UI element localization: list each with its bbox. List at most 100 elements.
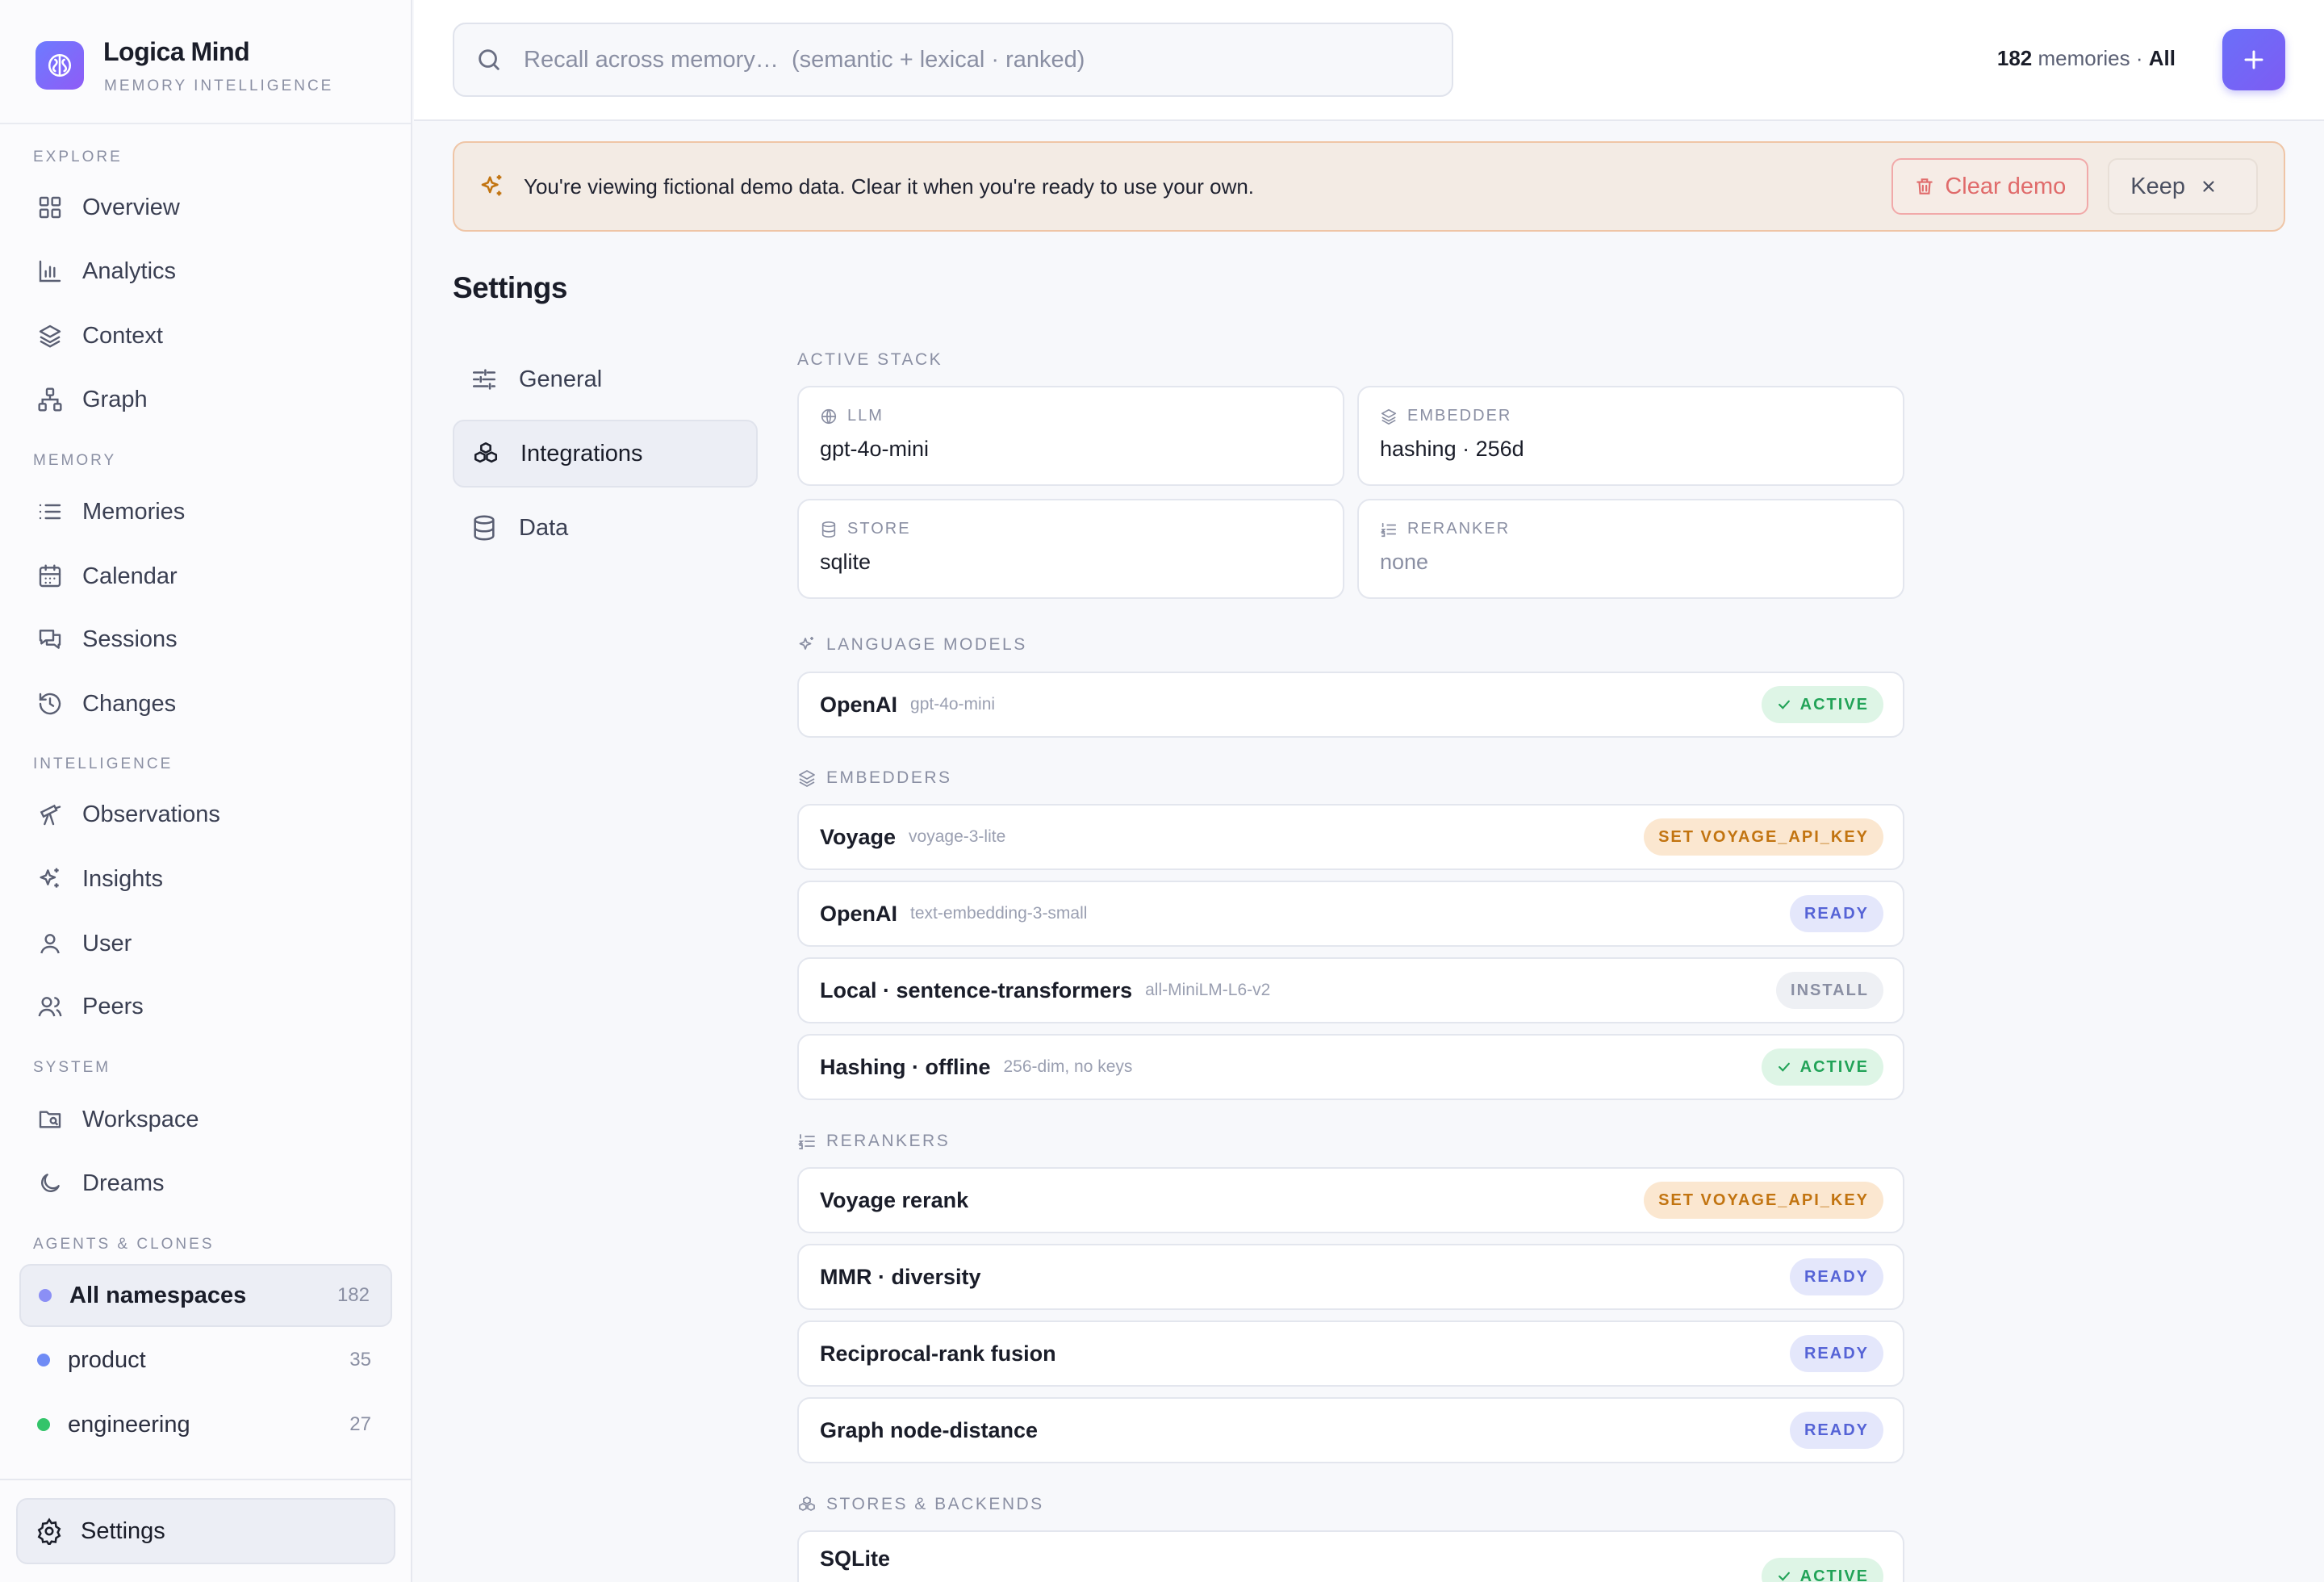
provider-name: Local · sentence-transformers <box>820 977 1133 1002</box>
database-icon <box>474 515 495 541</box>
provider-model: gpt-4o-mini <box>910 695 996 714</box>
clear-demo-label: Clear demo <box>1945 173 2067 199</box>
list-item[interactable]: Voyage rerank SET VOYAGE_API_KEY <box>797 1167 1904 1233</box>
stack-key-label: STORE <box>847 520 911 538</box>
stack-key: LLM <box>820 407 1322 425</box>
settings-button[interactable]: Settings <box>16 1498 395 1564</box>
stack-card-store: STORE sqlite <box>797 499 1344 599</box>
section-label-agents: AGENTS & CLONES <box>33 1236 215 1253</box>
stack-key: STORE <box>820 520 1322 538</box>
sparkles-icon <box>481 174 502 196</box>
sidebar-item-observations[interactable]: Observations <box>19 789 392 840</box>
provider-name: OpenAI <box>820 901 898 926</box>
status-badge[interactable]: SET VOYAGE_API_KEY <box>1644 818 1883 856</box>
status-badge: ACTIVE <box>1761 686 1883 723</box>
sidebar-item-user[interactable]: User <box>19 918 392 969</box>
status-badge: ACTIVE <box>1761 1558 1883 1582</box>
provider-name: SQLite <box>820 1546 891 1571</box>
memory-scope[interactable]: All <box>2149 46 2176 70</box>
boxes-icon <box>474 442 498 463</box>
sidebar-item-graph[interactable]: Graph <box>19 374 392 425</box>
section-label-stores: STORES & BACKENDS <box>797 1495 1044 1514</box>
sidebar-item-calendar[interactable]: Calendar <box>19 550 392 602</box>
list-item[interactable]: OpenAI text-embedding-3-small READY <box>797 881 1904 947</box>
namespace-count: 182 <box>336 1284 370 1306</box>
list-item[interactable]: Reciprocal-rank fusion READY <box>797 1320 1904 1387</box>
tab-general[interactable]: General <box>453 345 758 413</box>
sidebar-item-memories[interactable]: Memories <box>19 486 392 538</box>
clear-demo-button[interactable]: Clear demo <box>1891 158 2089 215</box>
provider-name: OpenAI <box>820 692 898 717</box>
list-item[interactable]: Hashing · offline 256-dim, no keys ACTIV… <box>797 1034 1904 1100</box>
sidebar-item-workspace[interactable]: Workspace <box>19 1094 392 1145</box>
list-item[interactable]: Graph node-distance READY <box>797 1397 1904 1463</box>
sidebar-item-label: User <box>82 930 132 956</box>
memory-count: 182 memories · All <box>1997 46 2176 71</box>
stack-value: hashing · 256d <box>1380 437 1524 461</box>
provider-name: Reciprocal-rank fusion <box>820 1341 1056 1366</box>
page-title: Settings <box>453 271 567 304</box>
trash-icon <box>1916 178 1933 195</box>
ordered-list-icon <box>1380 522 1397 537</box>
section-label-language-models: LANGUAGE MODELS <box>797 635 1027 655</box>
sidebar-item-label: Workspace <box>82 1106 199 1132</box>
tab-label: Data <box>519 514 569 541</box>
sidebar-item-analytics[interactable]: Analytics <box>19 245 392 297</box>
namespace-item-all[interactable]: All namespaces 182 <box>19 1264 392 1327</box>
sidebar-item-insights[interactable]: Insights <box>19 853 392 905</box>
brand-name: Logica Mind <box>103 37 250 66</box>
stack-key: EMBEDDER <box>1380 407 1882 425</box>
sidebar-item-label: Peers <box>82 993 144 1019</box>
list-item[interactable]: MMR · diversity READY <box>797 1244 1904 1310</box>
list-item[interactable]: Local · sentence-transformers all-MiniLM… <box>797 957 1904 1023</box>
sidebar-item-dreams[interactable]: Dreams <box>19 1157 392 1209</box>
memory-count-value: 182 <box>1996 46 2033 70</box>
tab-data[interactable]: Data <box>453 494 758 562</box>
provider-name: Graph node-distance <box>820 1417 1039 1442</box>
namespace-item-engineering[interactable]: engineering 27 <box>19 1393 392 1456</box>
keep-button[interactable]: Keep <box>2108 158 2258 215</box>
stack-key: RERANKER <box>1380 520 1882 538</box>
sidebar-item-overview[interactable]: Overview <box>19 182 392 233</box>
gear-icon <box>37 1517 61 1545</box>
search-input[interactable] <box>524 46 1411 73</box>
status-badge-label: ACTIVE <box>1799 1567 1869 1582</box>
globe-icon <box>821 408 837 424</box>
brain-logo-icon <box>36 41 84 90</box>
provider-name: Voyage <box>820 824 897 849</box>
list-item[interactable]: OpenAI gpt-4o-mini ACTIVE <box>797 672 1904 738</box>
stack-card-reranker: RERANKER none <box>1357 499 1904 599</box>
sidebar-item-sessions[interactable]: Sessions <box>19 613 392 665</box>
namespace-label: product <box>68 1346 146 1373</box>
namespace-count: 27 <box>349 1413 371 1435</box>
sidebar-item-peers[interactable]: Peers <box>19 981 392 1032</box>
demo-banner: You're viewing fictional demo data. Clea… <box>453 141 2285 232</box>
sidebar-item-changes[interactable]: Changes <box>19 678 392 730</box>
tab-integrations[interactable]: Integrations <box>453 420 758 488</box>
namespace-item-product[interactable]: product 35 <box>19 1329 392 1392</box>
status-badge: ACTIVE <box>1761 1048 1883 1086</box>
stack-key-label: LLM <box>847 407 884 425</box>
sidebar-item-label: Dreams <box>82 1170 165 1196</box>
sidebar-item-label: Overview <box>82 194 180 220</box>
sidebar-footer: Settings <box>0 1479 411 1582</box>
list-item[interactable]: Voyage voyage-3-lite SET VOYAGE_API_KEY <box>797 804 1904 870</box>
tab-label: General <box>519 366 603 392</box>
top-bar: 182 memories · All <box>414 0 2324 121</box>
provider-model: 256-dim, no keys <box>1003 1057 1133 1076</box>
sidebar-item-label: Insights <box>82 865 163 892</box>
sidebar-item-label: Calendar <box>82 563 178 589</box>
sidebar-item-context[interactable]: Context <box>19 310 392 362</box>
list-item[interactable]: SQLite ACTIVE <box>797 1530 1904 1582</box>
bar-chart-icon <box>39 260 61 282</box>
search-box[interactable] <box>453 23 1453 97</box>
brand-header: Logica Mind MEMORY INTELLIGENCE <box>0 0 411 124</box>
namespace-label: engineering <box>68 1411 190 1438</box>
status-badge[interactable]: SET VOYAGE_API_KEY <box>1644 1182 1883 1219</box>
add-memory-button[interactable] <box>2222 29 2285 90</box>
section-label-intelligence: INTELLIGENCE <box>33 755 173 772</box>
install-button[interactable]: INSTALL <box>1776 972 1883 1009</box>
section-label-active-stack: ACTIVE STACK <box>797 350 943 369</box>
status-badge: READY <box>1789 1335 1883 1372</box>
list-icon <box>39 504 61 520</box>
